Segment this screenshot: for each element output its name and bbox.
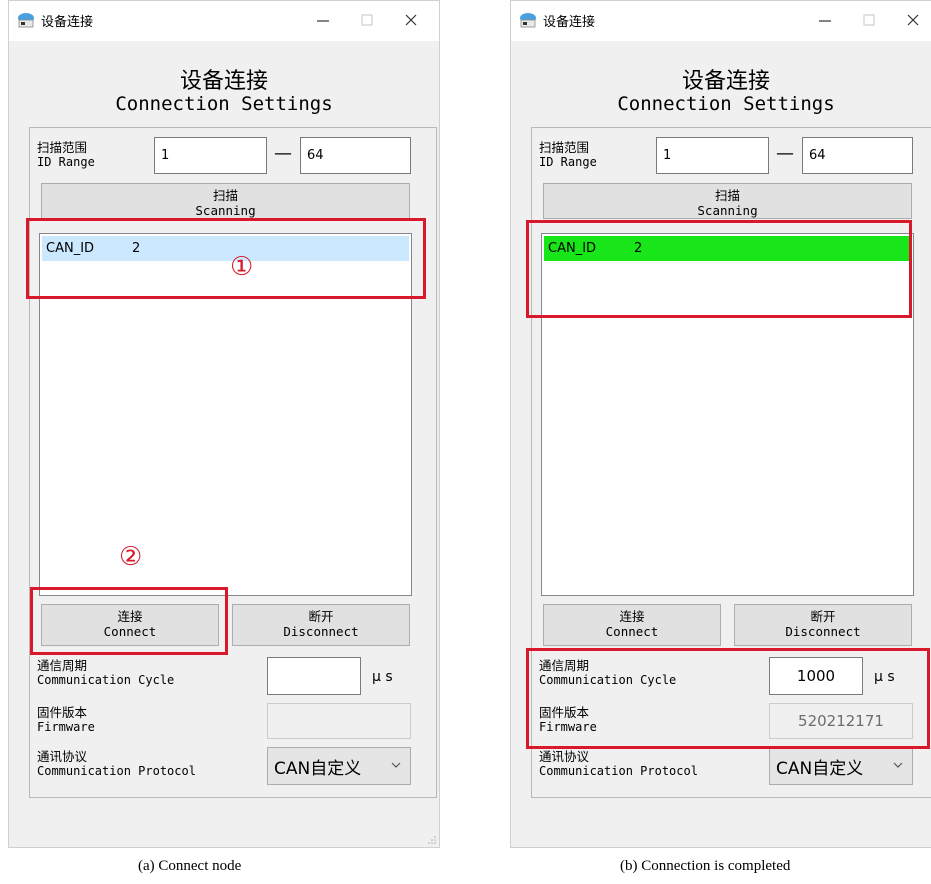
annotation-box-1 bbox=[526, 220, 912, 318]
firmware-label-cn: 固件版本 bbox=[37, 705, 88, 720]
panel-a: 设备连接 设备连接 Connection Settings 扫描范围 ID Ra… bbox=[8, 0, 440, 848]
disconnect-button-label-en: Disconnect bbox=[283, 624, 359, 639]
cycle-label: 通信周期 Communication Cycle bbox=[37, 658, 175, 688]
maximize-icon bbox=[863, 14, 875, 26]
app-icon bbox=[520, 13, 536, 28]
cycle-input[interactable] bbox=[267, 657, 361, 695]
minimize-button[interactable] bbox=[303, 5, 343, 35]
minimize-button[interactable] bbox=[805, 5, 845, 35]
heading-chinese: 设备连接 bbox=[681, 69, 770, 94]
window-title: 设备连接 bbox=[41, 15, 94, 30]
maximize-button[interactable] bbox=[849, 5, 889, 35]
disconnect-button[interactable]: 断开 Disconnect bbox=[734, 604, 912, 646]
app-icon bbox=[18, 13, 34, 28]
resize-grip-icon[interactable] bbox=[427, 835, 437, 845]
protocol-label-en: Communication Protocol bbox=[37, 764, 196, 778]
id-range-to-input[interactable]: 64 bbox=[802, 137, 913, 174]
chevron-down-icon bbox=[893, 762, 903, 768]
maximize-icon bbox=[361, 14, 373, 26]
close-icon bbox=[405, 14, 417, 26]
scan-button[interactable]: 扫描 Scanning bbox=[41, 183, 410, 219]
close-button[interactable] bbox=[893, 5, 931, 35]
close-icon bbox=[907, 14, 919, 26]
heading-english: Connection Settings bbox=[617, 93, 835, 115]
disconnect-button[interactable]: 断开 Disconnect bbox=[232, 604, 410, 646]
id-range-label-en: ID Range bbox=[37, 155, 95, 169]
connect-button-label-cn: 连接 bbox=[619, 609, 645, 624]
annotation-marker-1: ① bbox=[230, 252, 254, 282]
scan-button-label-en: Scanning bbox=[697, 203, 758, 218]
disconnect-button-label-cn: 断开 bbox=[810, 609, 836, 624]
protocol-label-en: Communication Protocol bbox=[539, 764, 698, 778]
cycle-unit: µ s bbox=[372, 669, 393, 685]
connect-button-label-en: Connect bbox=[605, 624, 659, 639]
id-range-label-cn: 扫描范围 bbox=[37, 140, 88, 155]
minimize-icon bbox=[819, 20, 831, 22]
annotation-box-2 bbox=[30, 587, 228, 655]
window-title: 设备连接 bbox=[543, 15, 596, 30]
disconnect-button-label-en: Disconnect bbox=[785, 624, 861, 639]
id-range-to-input[interactable]: 64 bbox=[300, 137, 411, 174]
id-range-label-en: ID Range bbox=[539, 155, 597, 169]
panel-b: 设备连接 设备连接 Connection Settings 扫描范围 ID Ra… bbox=[510, 0, 931, 848]
chevron-down-icon bbox=[391, 762, 401, 768]
annotation-box-2 bbox=[526, 648, 930, 749]
cycle-label-en: Communication Cycle bbox=[37, 673, 175, 687]
title-bar[interactable]: 设备连接 bbox=[511, 1, 931, 41]
scan-button-label-cn: 扫描 bbox=[714, 188, 740, 203]
connect-button[interactable]: 连接 Connect bbox=[543, 604, 721, 646]
id-range-label: 扫描范围 ID Range bbox=[539, 140, 597, 170]
protocol-select-value: CAN自定义 bbox=[776, 758, 864, 779]
id-range-from-input[interactable]: 1 bbox=[656, 137, 769, 174]
id-range-from-input[interactable]: 1 bbox=[154, 137, 267, 174]
annotation-marker-2: ② bbox=[119, 542, 143, 572]
scan-button-label-en: Scanning bbox=[195, 203, 256, 218]
firmware-field bbox=[267, 703, 411, 739]
protocol-select-value: CAN自定义 bbox=[274, 758, 362, 779]
minimize-icon bbox=[317, 20, 329, 22]
heading-chinese: 设备连接 bbox=[179, 69, 268, 94]
range-dash: — bbox=[776, 143, 794, 164]
firmware-label-en: Firmware bbox=[37, 720, 95, 734]
title-bar[interactable]: 设备连接 bbox=[9, 1, 439, 41]
range-dash: — bbox=[274, 143, 292, 164]
id-range-label-cn: 扫描范围 bbox=[539, 140, 590, 155]
scan-button-label-cn: 扫描 bbox=[212, 188, 238, 203]
firmware-label: 固件版本 Firmware bbox=[37, 705, 95, 735]
maximize-button[interactable] bbox=[347, 5, 387, 35]
annotation-box-1 bbox=[26, 218, 426, 299]
caption-b: (b) Connection is completed bbox=[620, 858, 791, 874]
cycle-label-cn: 通信周期 bbox=[37, 658, 88, 673]
protocol-select[interactable]: CAN自定义 bbox=[267, 747, 411, 785]
protocol-label-cn: 通讯协议 bbox=[539, 749, 590, 764]
device-connection-window: 设备连接 设备连接 Connection Settings 扫描范围 ID Ra… bbox=[8, 0, 440, 848]
close-button[interactable] bbox=[391, 5, 431, 35]
caption-a: (a) Connect node bbox=[138, 858, 242, 874]
disconnect-button-label-cn: 断开 bbox=[308, 609, 334, 624]
heading-english: Connection Settings bbox=[115, 93, 333, 115]
protocol-label-cn: 通讯协议 bbox=[37, 749, 88, 764]
protocol-select[interactable]: CAN自定义 bbox=[769, 747, 913, 785]
protocol-label: 通讯协议 Communication Protocol bbox=[539, 749, 698, 779]
protocol-label: 通讯协议 Communication Protocol bbox=[37, 749, 196, 779]
scan-button[interactable]: 扫描 Scanning bbox=[543, 183, 912, 219]
id-range-label: 扫描范围 ID Range bbox=[37, 140, 95, 170]
